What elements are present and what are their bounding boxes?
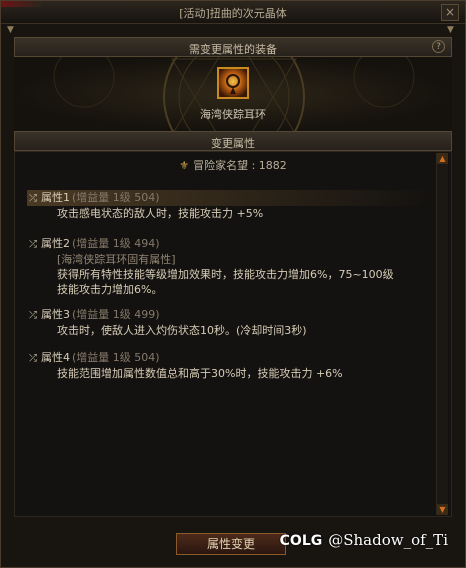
watermark-logo: COLG (279, 533, 323, 549)
attribute-desc: 技能攻击力增加6%。 (57, 283, 163, 296)
attribute-item-1[interactable]: ⤮ 属性1 (增益量 1级 504) 攻击感电状态的敌人时，技能攻击力 +5% (27, 190, 429, 221)
equipment-display: 海湾侠踪耳环 (14, 57, 452, 131)
help-icon[interactable]: ? (432, 40, 445, 53)
attribute-info: (增益量 1级 504) (72, 191, 160, 204)
watermark-user: @Shadow_of_Ti (328, 531, 448, 549)
change-attribute-header: 变更属性 (14, 131, 452, 151)
attribute-desc: 攻击感电状态的敌人时，技能攻击力 +5% (57, 207, 264, 220)
attribute-item-2[interactable]: ⤮ 属性2 (增益量 1级 494) [海湾侠踪耳环固有属性] 获得所有特性技能等级… (29, 236, 429, 297)
close-icon[interactable]: × (441, 4, 459, 21)
earring-icon[interactable] (217, 67, 249, 99)
shuffle-icon: ⤮ (29, 353, 37, 364)
title-bar[interactable]: [活动]扭曲的次元晶体 × (1, 1, 465, 24)
shuffle-icon: ⤮ (29, 239, 37, 250)
attribute-name: 属性1 (41, 191, 70, 204)
attribute-header[interactable]: ⤮ 属性1 (增益量 1级 504) (27, 190, 429, 206)
earring-glyph (226, 74, 240, 94)
equipment-section-header: 需变更属性的装备 ? (14, 37, 452, 57)
attribute-fixed-note: [海湾侠踪耳环固有属性] (57, 253, 176, 266)
change-attribute-button[interactable]: 属性变更 (176, 533, 286, 555)
window-title: [活动]扭曲的次元晶体 (179, 7, 287, 20)
footer: 属性变更 COLG @Shadow_of_Ti (14, 517, 452, 565)
watermark: COLG @Shadow_of_Ti (280, 531, 448, 549)
attribute-item-3[interactable]: ⤮ 属性3 (增益量 1级 499) 攻击时，使敌人进入灼伤状态10秒。(冷却时间3… (29, 307, 429, 338)
attribute-list-panel: ⚜ 冒险家名望 : 1882 ⤮ 属性1 (增益量 1级 504) 攻击感电状态的敌人… (14, 151, 452, 517)
attribute-desc: 攻击时，使敌人进入灼伤状态10秒。(冷却时间3秒) (57, 324, 307, 337)
collapse-arrow-right-icon: ▼ (447, 25, 454, 35)
attribute-desc: 获得所有特性技能等级增加效果时，技能攻击力增加6%，75~100级 (57, 268, 394, 281)
attribute-header[interactable]: ⤮ 属性4 (增益量 1级 504) (29, 350, 429, 366)
attribute-info: (增益量 1级 499) (72, 308, 160, 321)
scroll-up-icon[interactable]: ▲ (437, 153, 448, 164)
attribute-name: 属性4 (41, 351, 70, 364)
attribute-info: (增益量 1级 494) (72, 237, 160, 250)
fame-icon: ⚜ (179, 159, 190, 172)
scroll-down-icon[interactable]: ▼ (437, 504, 448, 515)
attribute-desc: 技能范围增加属性数值总和高于30%时，技能攻击力 +6% (57, 367, 343, 380)
equipment-section-title: 需变更属性的装备 (189, 43, 277, 56)
attribute-name: 属性2 (41, 237, 70, 250)
attribute-item-4[interactable]: ⤮ 属性4 (增益量 1级 504) 技能范围增加属性数值总和高于30%时，技能攻击… (29, 350, 429, 381)
equipment-name: 海湾侠踪耳环 (200, 108, 266, 121)
collapse-arrow-left-icon: ▼ (7, 25, 14, 35)
attribute-name: 属性3 (41, 308, 70, 321)
change-attribute-title: 变更属性 (211, 137, 255, 150)
attribute-header[interactable]: ⤮ 属性3 (增益量 1级 499) (29, 307, 429, 323)
fame-row: ⚜ 冒险家名望 : 1882 (15, 157, 451, 173)
dialog-window: [活动]扭曲的次元晶体 × ▼ ▼ 需变更属性的装备 ? 海湾侠踪耳环 变更属性… (0, 0, 466, 568)
scrollbar[interactable]: ▲ ▼ (436, 153, 448, 515)
attribute-info: (增益量 1级 504) (72, 351, 160, 364)
shuffle-icon: ⤮ (29, 193, 37, 204)
attribute-header[interactable]: ⤮ 属性2 (增益量 1级 494) (29, 236, 429, 252)
fame-label: 冒险家名望 : 1882 (193, 159, 287, 172)
shuffle-icon: ⤮ (29, 310, 37, 321)
